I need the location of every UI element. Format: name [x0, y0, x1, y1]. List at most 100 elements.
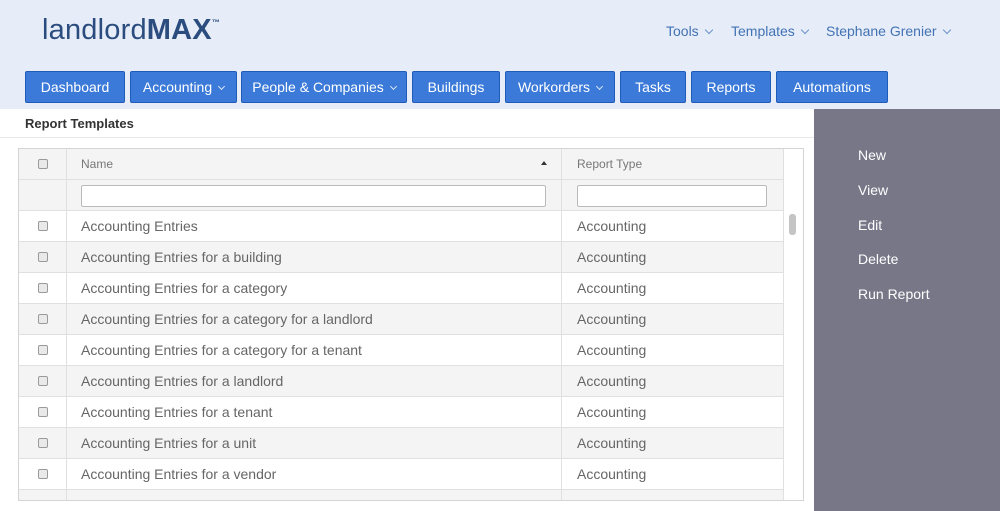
chevron-down-icon: [942, 25, 951, 35]
nav-people-companies-label: People & Companies: [252, 79, 384, 95]
nav-reports-label: Reports: [706, 79, 756, 95]
table-row[interactable]: Accounting Entries for a category Account…: [19, 273, 783, 304]
nav-dashboard-button[interactable]: Dashboard: [25, 71, 125, 103]
row-checkbox[interactable]: [38, 345, 48, 355]
nav-workorders-button[interactable]: Workorders: [505, 71, 615, 103]
nav-automations-label: Automations: [793, 79, 871, 95]
row-name-cell[interactable]: [67, 490, 562, 500]
nav-reports-button[interactable]: Reports: [691, 71, 771, 103]
row-checkbox[interactable]: [38, 252, 48, 262]
chevron-down-icon: [704, 25, 713, 35]
row-checkbox[interactable]: [38, 314, 48, 324]
row-name-cell[interactable]: Accounting Entries for a building: [67, 242, 562, 272]
name-filter-input[interactable]: [81, 185, 546, 207]
logo-trademark: ™: [211, 18, 221, 27]
grid-scrollbar[interactable]: [783, 149, 803, 500]
run-report-action[interactable]: Run Report: [858, 286, 930, 302]
user-menu-label: Stephane Grenier: [826, 23, 937, 39]
row-report-type-cell[interactable]: Accounting: [562, 459, 783, 489]
view-action[interactable]: View: [858, 182, 888, 198]
nav-automations-button[interactable]: Automations: [776, 71, 888, 103]
table-row[interactable]: Accounting Entries for a building Account…: [19, 242, 783, 273]
row-name-cell[interactable]: Accounting Entries for a landlord: [67, 366, 562, 396]
type-filter-cell: [562, 180, 783, 210]
chevron-down-icon: [218, 82, 226, 91]
report-type-filter-input[interactable]: [577, 185, 767, 207]
row-name-cell[interactable]: Accounting Entries: [67, 211, 562, 241]
nav-tasks-label: Tasks: [635, 79, 671, 95]
name-filter-cell: [67, 180, 562, 210]
nav-people-companies-button[interactable]: People & Companies: [241, 71, 407, 103]
logo-text-bold: MAX: [146, 14, 212, 46]
row-report-type-cell[interactable]: Accounting: [562, 335, 783, 365]
panel-title: Report Templates: [25, 116, 134, 131]
row-select-cell: [19, 335, 67, 365]
nav-accounting-button[interactable]: Accounting: [130, 71, 237, 103]
row-name-cell[interactable]: Accounting Entries for a unit: [67, 428, 562, 458]
table-row[interactable]: Accounting Entries for a category for a …: [19, 335, 783, 366]
table-row[interactable]: Accounting Entries for a landlord Account…: [19, 366, 783, 397]
row-checkbox[interactable]: [38, 221, 48, 231]
table-row[interactable]: [19, 490, 783, 501]
table-row[interactable]: Accounting Entries Accounting: [19, 211, 783, 242]
nav-accounting-label: Accounting: [142, 79, 213, 95]
name-column-header[interactable]: Name: [67, 149, 562, 179]
nav-workorders-label: Workorders: [517, 79, 591, 95]
row-select-cell: [19, 428, 67, 458]
row-checkbox[interactable]: [38, 500, 48, 501]
report-type-column-header[interactable]: Report Type: [562, 149, 783, 179]
row-checkbox[interactable]: [38, 407, 48, 417]
select-all-cell: [19, 149, 67, 179]
row-report-type-cell[interactable]: Accounting: [562, 242, 783, 272]
row-checkbox[interactable]: [38, 469, 48, 479]
table-row[interactable]: Accounting Entries for a vendor Accountin…: [19, 459, 783, 490]
grid-header-row: Name Report Type: [19, 149, 783, 180]
delete-action[interactable]: Delete: [858, 251, 898, 267]
name-column-label: Name: [81, 157, 114, 171]
table-row[interactable]: Accounting Entries for a category for a …: [19, 304, 783, 335]
row-report-type-cell[interactable]: Accounting: [562, 304, 783, 334]
templates-menu-label: Templates: [731, 23, 795, 39]
table-row[interactable]: Accounting Entries for a unit Accounting: [19, 428, 783, 459]
row-select-cell: [19, 304, 67, 334]
row-select-cell: [19, 459, 67, 489]
landlordmax-logo[interactable]: landlordMAX™: [42, 14, 220, 47]
row-select-cell: [19, 366, 67, 396]
row-name-cell[interactable]: Accounting Entries for a category for a …: [67, 304, 562, 334]
table-row[interactable]: Accounting Entries for a tenant Accountin…: [19, 397, 783, 428]
filter-spacer-cell: [19, 180, 67, 210]
grid-filter-row: [19, 180, 783, 211]
user-menu[interactable]: Stephane Grenier: [826, 23, 951, 39]
report-templates-grid: Name Report Type Accounting Entries Accou…: [18, 148, 804, 501]
nav-tasks-button[interactable]: Tasks: [620, 71, 686, 103]
row-name-cell[interactable]: Accounting Entries for a category for a …: [67, 335, 562, 365]
new-action[interactable]: New: [858, 147, 886, 163]
row-name-cell[interactable]: Accounting Entries for a category: [67, 273, 562, 303]
grid-scrollbar-thumb[interactable]: [789, 214, 796, 235]
row-report-type-cell[interactable]: Accounting: [562, 211, 783, 241]
main-nav: Dashboard Accounting People & Companies …: [0, 64, 1000, 109]
row-report-type-cell[interactable]: [562, 490, 783, 500]
nav-buildings-button[interactable]: Buildings: [412, 71, 500, 103]
row-checkbox[interactable]: [38, 283, 48, 293]
row-report-type-cell[interactable]: Accounting: [562, 273, 783, 303]
templates-menu[interactable]: Templates: [731, 23, 810, 39]
chevron-down-icon: [596, 82, 604, 91]
row-report-type-cell[interactable]: Accounting: [562, 428, 783, 458]
edit-action[interactable]: Edit: [858, 217, 882, 233]
row-checkbox[interactable]: [38, 376, 48, 386]
row-select-cell: [19, 490, 67, 501]
sort-ascending-icon: [541, 161, 547, 165]
row-name-cell[interactable]: Accounting Entries for a vendor: [67, 459, 562, 489]
tools-menu[interactable]: Tools: [666, 23, 713, 39]
row-select-cell: [19, 242, 67, 272]
row-report-type-cell[interactable]: Accounting: [562, 366, 783, 396]
row-select-cell: [19, 211, 67, 241]
row-name-cell[interactable]: Accounting Entries for a tenant: [67, 397, 562, 427]
row-report-type-cell[interactable]: Accounting: [562, 397, 783, 427]
select-all-checkbox[interactable]: [38, 159, 48, 169]
title-divider: [0, 137, 814, 138]
nav-dashboard-label: Dashboard: [40, 79, 110, 95]
logo-text-light: landlord: [42, 14, 147, 46]
row-checkbox[interactable]: [38, 438, 48, 448]
